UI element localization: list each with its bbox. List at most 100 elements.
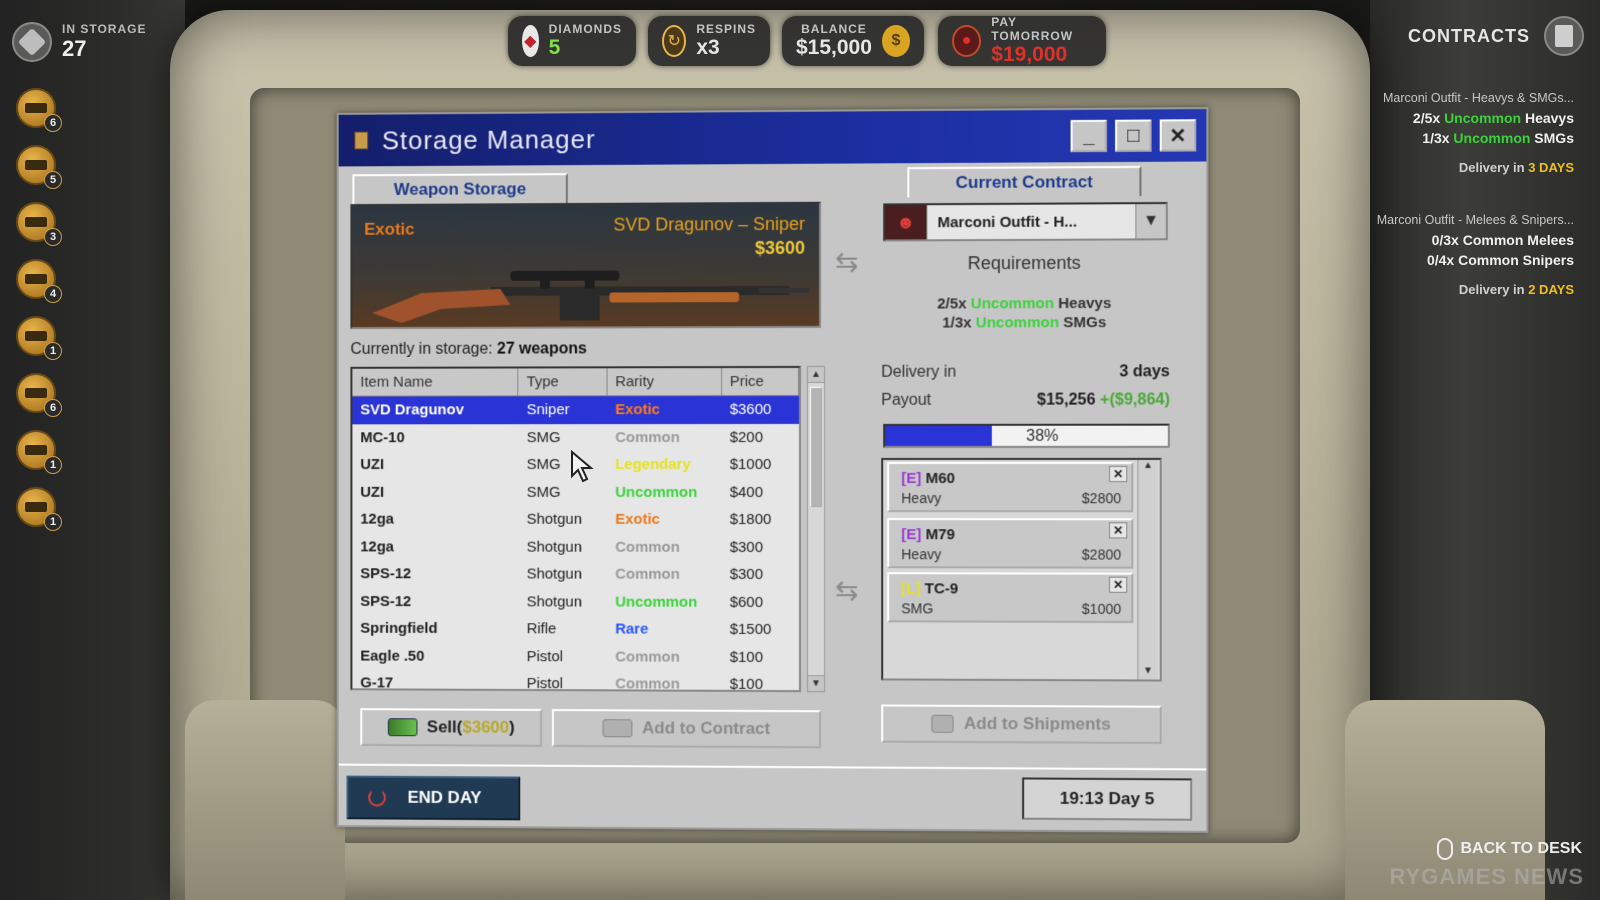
- table-row[interactable]: SVD Dragunov Sniper Exotic $3600: [352, 396, 799, 424]
- contract-item[interactable]: [E] M79 Heavy $2800 ✕: [887, 518, 1133, 569]
- cell-price: $1000: [722, 451, 799, 479]
- current-contract-panel: ☻ Marconi Outfit - H... ▼ Requirements 2…: [865, 194, 1184, 758]
- cell-price: $200: [722, 423, 799, 451]
- cell-rarity: Common: [607, 561, 721, 589]
- clock-display: 19:13 Day 5: [1022, 777, 1192, 820]
- hud-contract-title: Marconi Outfit - Heavys & SMGs...: [1383, 88, 1574, 108]
- diamonds-value: 5: [549, 36, 622, 60]
- table-row[interactable]: MC-10 SMG Common $200: [352, 423, 799, 451]
- contracts-hud-button[interactable]: CONTRACTS: [1408, 16, 1584, 56]
- end-day-button[interactable]: END DAY: [347, 776, 521, 821]
- minimize-button[interactable]: _: [1071, 120, 1107, 152]
- scroll-up-icon[interactable]: ▲: [808, 367, 824, 383]
- storage-count: 27: [62, 36, 146, 62]
- cell-price: $400: [722, 478, 799, 506]
- table-scrollbar[interactable]: ▲ ▼: [807, 366, 825, 692]
- table-row[interactable]: 12ga Shotgun Common $300: [352, 533, 799, 561]
- table-row[interactable]: SPS-12 Shotgun Common $300: [352, 560, 799, 588]
- payout-value: $15,256 +($9,864): [1037, 391, 1170, 409]
- header-price[interactable]: Price: [722, 368, 799, 396]
- hud-contract-1: Marconi Outfit - Heavys & SMGs... 2/5x U…: [1383, 88, 1574, 178]
- back-to-desk-button[interactable]: BACK TO DESK: [1437, 838, 1583, 860]
- contract-item-price: $2800: [1082, 546, 1121, 562]
- remove-item-close-icon[interactable]: ✕: [1109, 577, 1127, 593]
- table-row[interactable]: SPS-12 Shotgun Uncommon $600: [352, 588, 799, 617]
- cell-type: Shotgun: [519, 588, 608, 616]
- cell-price: $1800: [722, 506, 799, 534]
- weapon-category-icon[interactable]: 1: [16, 316, 56, 356]
- weapon-category-count: 5: [44, 171, 62, 189]
- sell-label: Sell($3600): [427, 717, 515, 737]
- hud-contract-req: 0/4x Common Snipers: [1377, 250, 1574, 270]
- cell-price: $3600: [722, 396, 799, 424]
- weapon-category-icon[interactable]: 4: [16, 259, 56, 299]
- cell-price: $600: [722, 588, 799, 616]
- weapon-category-icon[interactable]: 1: [16, 487, 56, 527]
- remove-item-close-icon[interactable]: ✕: [1109, 522, 1127, 538]
- app-icon: [354, 132, 368, 150]
- respins-value: x3: [696, 36, 756, 60]
- payout-row: Payout $15,256 +($9,864): [881, 391, 1170, 409]
- storage-cube-icon: [12, 22, 52, 62]
- weapon-category-icon[interactable]: 5: [16, 145, 56, 185]
- weapon-category-icon[interactable]: 6: [16, 88, 56, 128]
- sell-button[interactable]: Sell($3600): [360, 708, 542, 747]
- weapon-category-icon[interactable]: 3: [16, 202, 56, 242]
- scroll-down-icon[interactable]: ▼: [1138, 665, 1157, 679]
- cell-item-name: Eagle .50: [352, 642, 518, 670]
- contract-dropdown[interactable]: ☻ Marconi Outfit - H... ▼: [883, 202, 1168, 241]
- pay-value: $19,000: [991, 43, 1092, 67]
- diamond-icon: ◆: [522, 25, 539, 57]
- contract-item[interactable]: [E] M60 Heavy $2800 ✕: [887, 462, 1133, 512]
- cell-rarity: Common: [607, 643, 721, 671]
- add-to-shipments-button[interactable]: Add to Shipments: [881, 704, 1162, 744]
- add-to-contract-button[interactable]: Add to Contract: [552, 709, 821, 748]
- header-type[interactable]: Type: [519, 368, 608, 396]
- weapon-category-count: 1: [44, 513, 62, 531]
- tab-current-contract[interactable]: Current Contract: [907, 166, 1141, 197]
- contract-item-name: [E] M79: [901, 526, 955, 543]
- remove-item-close-icon[interactable]: ✕: [1109, 466, 1127, 482]
- table-row[interactable]: Springfield Rifle Rare $1500: [352, 615, 799, 644]
- table-row[interactable]: Eagle .50 Pistol Common $100: [352, 642, 799, 671]
- maximize-button[interactable]: □: [1115, 120, 1151, 152]
- table-row[interactable]: 12ga Shotgun Exotic $1800: [352, 506, 799, 534]
- transfer-arrows-icon: ⇆: [835, 246, 859, 279]
- table-row[interactable]: G-17 Pistol Common $100: [352, 669, 799, 692]
- cell-item-name: Springfield: [352, 615, 518, 643]
- weapon-category-icon[interactable]: 6: [16, 373, 56, 413]
- tab-weapon-storage[interactable]: Weapon Storage: [352, 173, 567, 204]
- cell-rarity: Exotic: [607, 506, 721, 534]
- scroll-up-icon[interactable]: ▲: [1138, 460, 1157, 474]
- contract-list-scrollbar[interactable]: ▲ ▼: [1137, 460, 1157, 680]
- header-item-name[interactable]: Item Name: [352, 368, 518, 396]
- crate-icon: [932, 715, 954, 733]
- delivery-row: Delivery in 3 days: [881, 363, 1170, 382]
- requirement-line: 2/5x Uncommon Heavys: [865, 295, 1184, 313]
- cell-rarity: Common: [607, 533, 721, 561]
- window-titlebar[interactable]: Storage Manager _ □ ✕: [339, 109, 1207, 166]
- weapon-category-count: 6: [44, 399, 62, 417]
- chevron-down-icon[interactable]: ▼: [1135, 204, 1165, 238]
- cell-type: Rifle: [519, 615, 608, 643]
- table-body: SVD Dragunov Sniper Exotic $3600 MC-10 SMG Com…: [352, 396, 799, 692]
- table-header: Item Name Type Rarity Price: [352, 368, 799, 397]
- contract-item[interactable]: [L] TC-9 SMG $1000 ✕: [887, 572, 1133, 623]
- watermark: RYGAMES NEWS: [1389, 864, 1584, 890]
- weapon-category-count: 1: [44, 342, 62, 360]
- weapon-category-count: 6: [44, 114, 62, 132]
- diamonds-label: DIAMONDS: [549, 22, 622, 36]
- taskbar: END DAY 19:13 Day 5: [339, 764, 1207, 831]
- weapon-category-count: 3: [44, 228, 62, 246]
- header-rarity[interactable]: Rarity: [607, 368, 721, 396]
- weapon-category-icon[interactable]: 1: [16, 430, 56, 470]
- close-button[interactable]: ✕: [1160, 119, 1197, 151]
- contract-progress-bar: 38%: [883, 424, 1170, 448]
- scroll-down-icon[interactable]: ▼: [808, 675, 824, 691]
- contract-item-price: $1000: [1082, 601, 1121, 617]
- diamonds-pill: ◆ DIAMONDS 5: [508, 16, 636, 66]
- scroll-thumb[interactable]: [810, 387, 822, 507]
- window-title: Storage Manager: [382, 124, 596, 156]
- pay-label: PAY TOMORROW: [991, 15, 1092, 43]
- cell-rarity: Uncommon: [607, 478, 721, 505]
